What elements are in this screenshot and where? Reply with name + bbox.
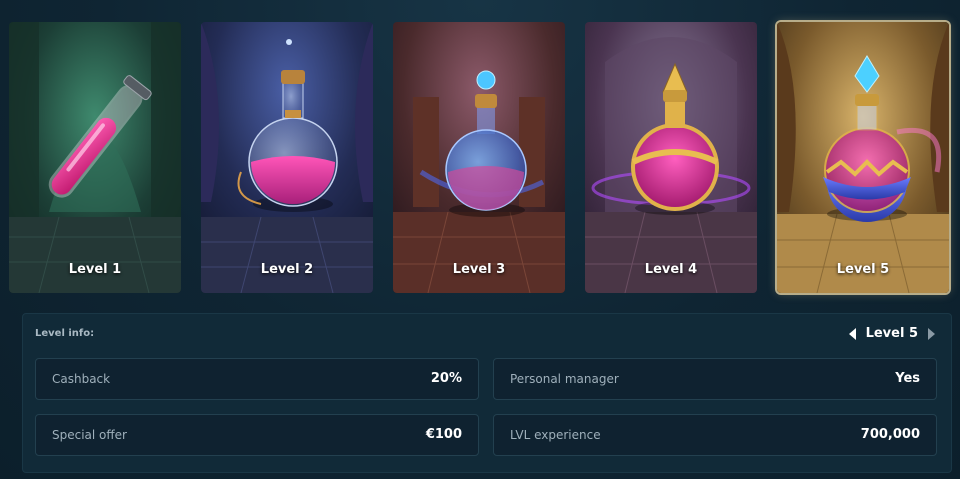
level-info-panel: Level info: Level 5 Cashback 20% Persona… [22,313,952,473]
info-row-key: LVL experience [510,428,601,442]
info-row-key: Cashback [52,372,111,386]
level-card-label: Level 5 [836,262,890,277]
info-row-personal-manager: Personal manager Yes [493,358,937,400]
info-row-value: Yes [895,371,920,386]
info-row-value: 20% [430,371,462,386]
info-row-value: 700,000 [860,427,920,442]
current-level-label: Level 5 [865,326,918,341]
previous-level-arrow-icon[interactable] [848,327,856,340]
vip-levels-page: Level 1 Level 2 Level 3 Level 4 Level 5 … [0,0,960,479]
level-card-3[interactable]: Level 3 [393,22,565,293]
level-card-2[interactable]: Level 2 [201,22,373,293]
level-card-label: Level 2 [260,262,314,277]
info-row-special-offer: Special offer €100 [35,414,479,456]
info-row-lvl-experience: LVL experience 700,000 [493,414,937,456]
level-info-title: Level info: [35,328,95,339]
next-level-arrow-icon[interactable] [928,327,935,340]
level-card-label: Level 1 [68,262,122,277]
level-2-scene [201,22,373,293]
level-cards: Level 1 Level 2 Level 3 Level 4 Level 5 [9,22,951,293]
level-card-4[interactable]: Level 4 [585,22,757,293]
info-row-key: Personal manager [510,372,619,386]
level-card-1[interactable]: Level 1 [9,22,181,293]
info-row-cashback: Cashback 20% [35,358,479,400]
level-card-label: Level 3 [452,262,506,277]
level-3-scene [393,22,565,293]
level-card-label: Level 4 [644,262,698,277]
info-row-value: €100 [425,427,462,442]
info-row-key: Special offer [52,428,127,442]
level-4-scene [585,22,757,293]
level-5-scene [777,22,949,293]
level-1-scene [9,22,181,293]
level-card-5[interactable]: Level 5 [777,22,949,293]
level-selector: Level 5 [848,326,935,341]
